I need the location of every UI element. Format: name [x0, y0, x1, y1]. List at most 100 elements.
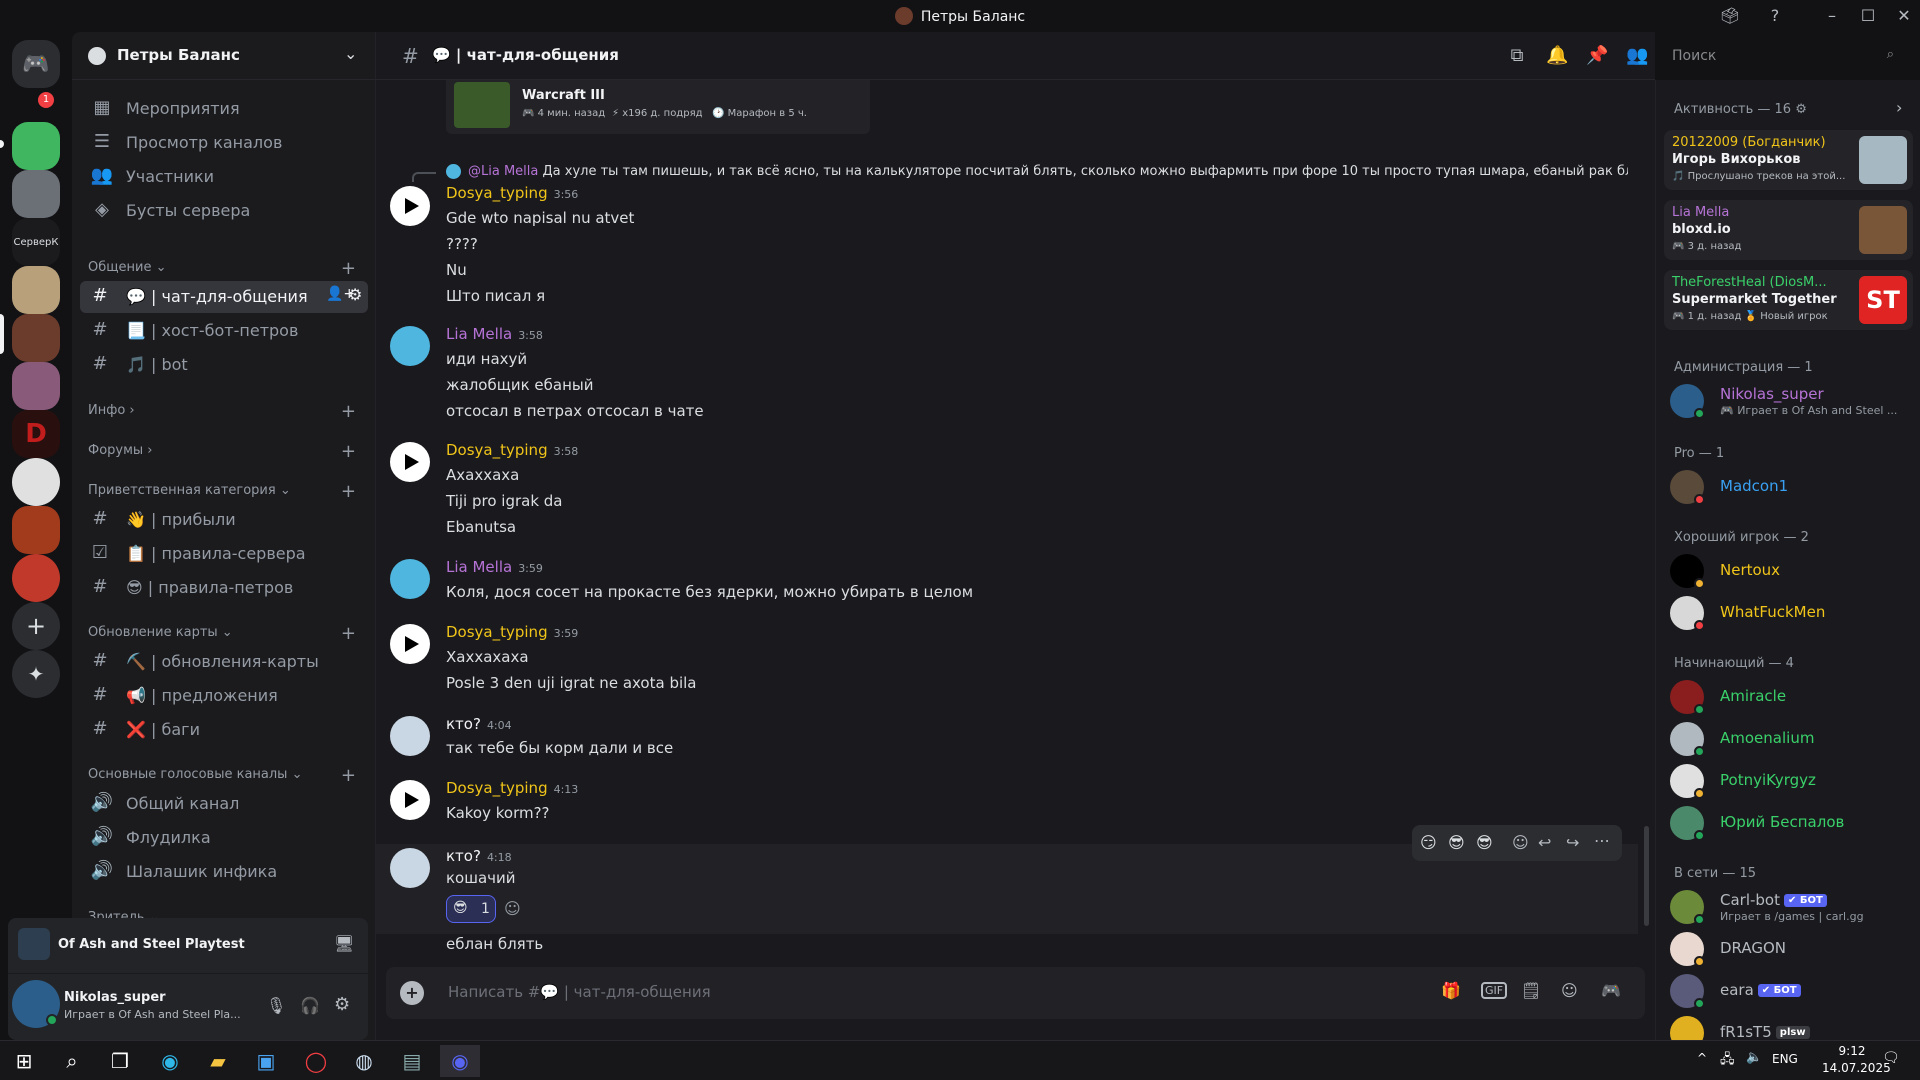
- guild-icon-3[interactable]: [12, 266, 60, 314]
- guild-icon-5[interactable]: [12, 458, 60, 506]
- member-item[interactable]: Nertoux: [1670, 552, 1910, 592]
- voice-channel-general[interactable]: 🔊 Общий канал: [88, 788, 360, 820]
- sidebar-item-events[interactable]: ▦ Мероприятия: [88, 93, 360, 125]
- add-channel-icon[interactable]: +: [341, 623, 356, 644]
- avatar[interactable]: [390, 624, 430, 664]
- chevron-right-icon[interactable]: ›: [1896, 98, 1902, 117]
- tray-chevron-up-icon[interactable]: ^: [1697, 1051, 1707, 1065]
- voice-channel-shalashik[interactable]: 🔊 Шалашик инфика: [88, 856, 360, 888]
- sidebar-item-boosts[interactable]: ◈ Бусты сервера: [88, 195, 360, 227]
- inbox-icon[interactable]: 🗳: [1718, 4, 1742, 28]
- member-item[interactable]: eara ✔ БОТ: [1670, 972, 1910, 1012]
- add-server-icon[interactable]: +: [12, 602, 60, 650]
- channel-arrivals[interactable]: # 👋 | прибыли: [80, 504, 368, 536]
- channel-bot[interactable]: # 🎵 | bot: [80, 349, 368, 381]
- maximize-button[interactable]: ☐: [1856, 4, 1880, 28]
- search-icon[interactable]: ⌕: [52, 1045, 92, 1077]
- guild-icon-4[interactable]: [12, 362, 60, 410]
- activity-panel[interactable]: Of Ash and Steel Playtest 🖥: [8, 918, 368, 974]
- volume-icon[interactable]: 🔈: [1746, 1050, 1762, 1065]
- guild-icon-2[interactable]: [12, 170, 60, 218]
- attach-plus-icon[interactable]: +: [400, 981, 424, 1005]
- member-item[interactable]: Madcon1: [1670, 468, 1910, 508]
- settings-gear-icon[interactable]: ⚙: [334, 994, 350, 1015]
- emoji-icon[interactable]: ☺: [1561, 981, 1578, 1000]
- gift-icon[interactable]: 🎁: [1441, 981, 1461, 1000]
- member-item[interactable]: Nikolas_super 🎮 Играет в Of Ash and Steel…: [1670, 382, 1910, 422]
- member-item[interactable]: Carl-bot ✔ БОТ Играет в /games | carl.gg: [1670, 888, 1910, 928]
- message-composer[interactable]: + Написать #💬 | чат-для-общения 🎁 GIF 🗒 …: [386, 967, 1645, 1019]
- quick-reaction-icon[interactable]: 😎: [1476, 833, 1493, 852]
- explore-servers-icon[interactable]: ✦: [12, 650, 60, 698]
- network-icon[interactable]: 🖧: [1720, 1050, 1735, 1072]
- add-channel-icon[interactable]: +: [341, 401, 356, 422]
- message-author[interactable]: Lia Mella 3:58: [446, 325, 543, 343]
- category-voice[interactable]: Основные голосовые каналы ⌄ +: [88, 765, 360, 787]
- avatar[interactable]: [390, 559, 430, 599]
- message-author[interactable]: Dosya_typing 3:58: [446, 441, 578, 459]
- message-author[interactable]: Dosya_typing 4:13: [446, 779, 578, 797]
- close-button[interactable]: ✕: [1892, 4, 1916, 28]
- message-author[interactable]: Lia Mella 3:59: [446, 558, 543, 576]
- gear-icon[interactable]: ⚙: [348, 285, 362, 304]
- screen-share-icon[interactable]: 🖥: [334, 934, 354, 953]
- channel-server-rules[interactable]: ☑ 📋 | правила-сервера: [80, 538, 368, 570]
- member-item[interactable]: Amiracle: [1670, 678, 1910, 718]
- add-channel-icon[interactable]: +: [341, 481, 356, 502]
- search-box[interactable]: Поиск ⌕: [1664, 43, 1902, 69]
- channel-host-bot[interactable]: # 📃 | хост-бот-петров: [80, 315, 368, 347]
- forward-icon[interactable]: ↪: [1566, 833, 1579, 852]
- member-item[interactable]: Юрий Беспалов: [1670, 804, 1910, 844]
- quick-reaction-icon[interactable]: 😏: [1420, 833, 1437, 852]
- steam-icon[interactable]: ◍: [344, 1045, 384, 1077]
- language-indicator[interactable]: ENG: [1772, 1052, 1798, 1066]
- sticker-icon[interactable]: 🗒: [1521, 981, 1541, 1000]
- guild-icon-server-k[interactable]: СерверК: [12, 218, 60, 266]
- clock-date[interactable]: 14.07.2025: [1822, 1061, 1891, 1075]
- avatar[interactable]: [390, 326, 430, 366]
- notifications-icon[interactable]: 🗨: [1882, 1050, 1900, 1066]
- member-item[interactable]: WhatFuckMen: [1670, 594, 1910, 634]
- guild-icon-7[interactable]: [12, 554, 60, 602]
- channel-suggestions[interactable]: # 📢 | предложения: [80, 680, 368, 712]
- category-spectator[interactable]: Зритель ⌄: [88, 910, 360, 918]
- avatar[interactable]: [390, 442, 430, 482]
- reaction-button[interactable]: 😎 1: [446, 895, 496, 923]
- edge-icon[interactable]: ◉: [150, 1045, 190, 1077]
- sidebar-item-members[interactable]: 👥 Участники: [88, 161, 360, 193]
- add-channel-icon[interactable]: +: [341, 765, 356, 786]
- reply-preview[interactable]: @Lia Mella Да хуле ты там пишешь, и так …: [468, 164, 1628, 179]
- guild-icon-1[interactable]: [12, 122, 60, 170]
- channel-petry-rules[interactable]: # 😎 | правила-петров: [80, 572, 368, 604]
- guild-icon-petry-balans[interactable]: [12, 314, 60, 362]
- channel-bugs[interactable]: # ❌ | баги: [80, 714, 368, 746]
- category-map-updates[interactable]: Обновление карты ⌄ +: [88, 623, 360, 645]
- more-icon[interactable]: ⋯: [1594, 831, 1610, 850]
- clock-time[interactable]: 9:12: [1822, 1044, 1882, 1058]
- add-reaction-icon[interactable]: ☺: [1512, 833, 1529, 852]
- apps-icon[interactable]: 🎮: [1601, 981, 1621, 1000]
- avatar[interactable]: [390, 186, 430, 226]
- member-item[interactable]: fR1sT5 plsw: [1670, 1014, 1910, 1040]
- member-item[interactable]: DRAGON: [1670, 930, 1910, 970]
- activity-embed[interactable]: Warcraft III 🎮 4 мин. назад ⚡ x196 д. по…: [446, 80, 870, 134]
- message-author[interactable]: кто? 4:04: [446, 715, 512, 733]
- server-header[interactable]: Петры Баланс ⌄: [72, 32, 376, 80]
- store-icon[interactable]: ▣: [246, 1045, 286, 1077]
- activity-card[interactable]: 20122009 (Богданчик) Игорь Вихорьков 🎵 П…: [1664, 130, 1913, 190]
- message-author[interactable]: кто? 4:18: [446, 847, 512, 865]
- guild-icon-6[interactable]: [12, 506, 60, 554]
- avatar[interactable]: [390, 716, 430, 756]
- channel-map-updates[interactable]: # ⛏️ | обновления-карты: [80, 646, 368, 678]
- reply-icon[interactable]: ↩: [1538, 833, 1551, 852]
- sidebar-item-browse-channels[interactable]: ☰ Просмотр каналов: [88, 127, 360, 159]
- opera-icon[interactable]: ◯: [296, 1045, 336, 1077]
- windows-start-icon[interactable]: ⊞: [4, 1045, 44, 1077]
- direct-messages-icon[interactable]: 🎮: [12, 40, 60, 88]
- discord-icon[interactable]: ◉: [440, 1045, 480, 1077]
- file-explorer-icon[interactable]: ▰: [198, 1045, 238, 1077]
- message-author[interactable]: Dosya_typing 3:56: [446, 184, 578, 202]
- add-channel-icon[interactable]: +: [341, 441, 356, 462]
- gif-icon[interactable]: GIF: [1481, 982, 1508, 999]
- minimize-button[interactable]: –: [1820, 4, 1844, 28]
